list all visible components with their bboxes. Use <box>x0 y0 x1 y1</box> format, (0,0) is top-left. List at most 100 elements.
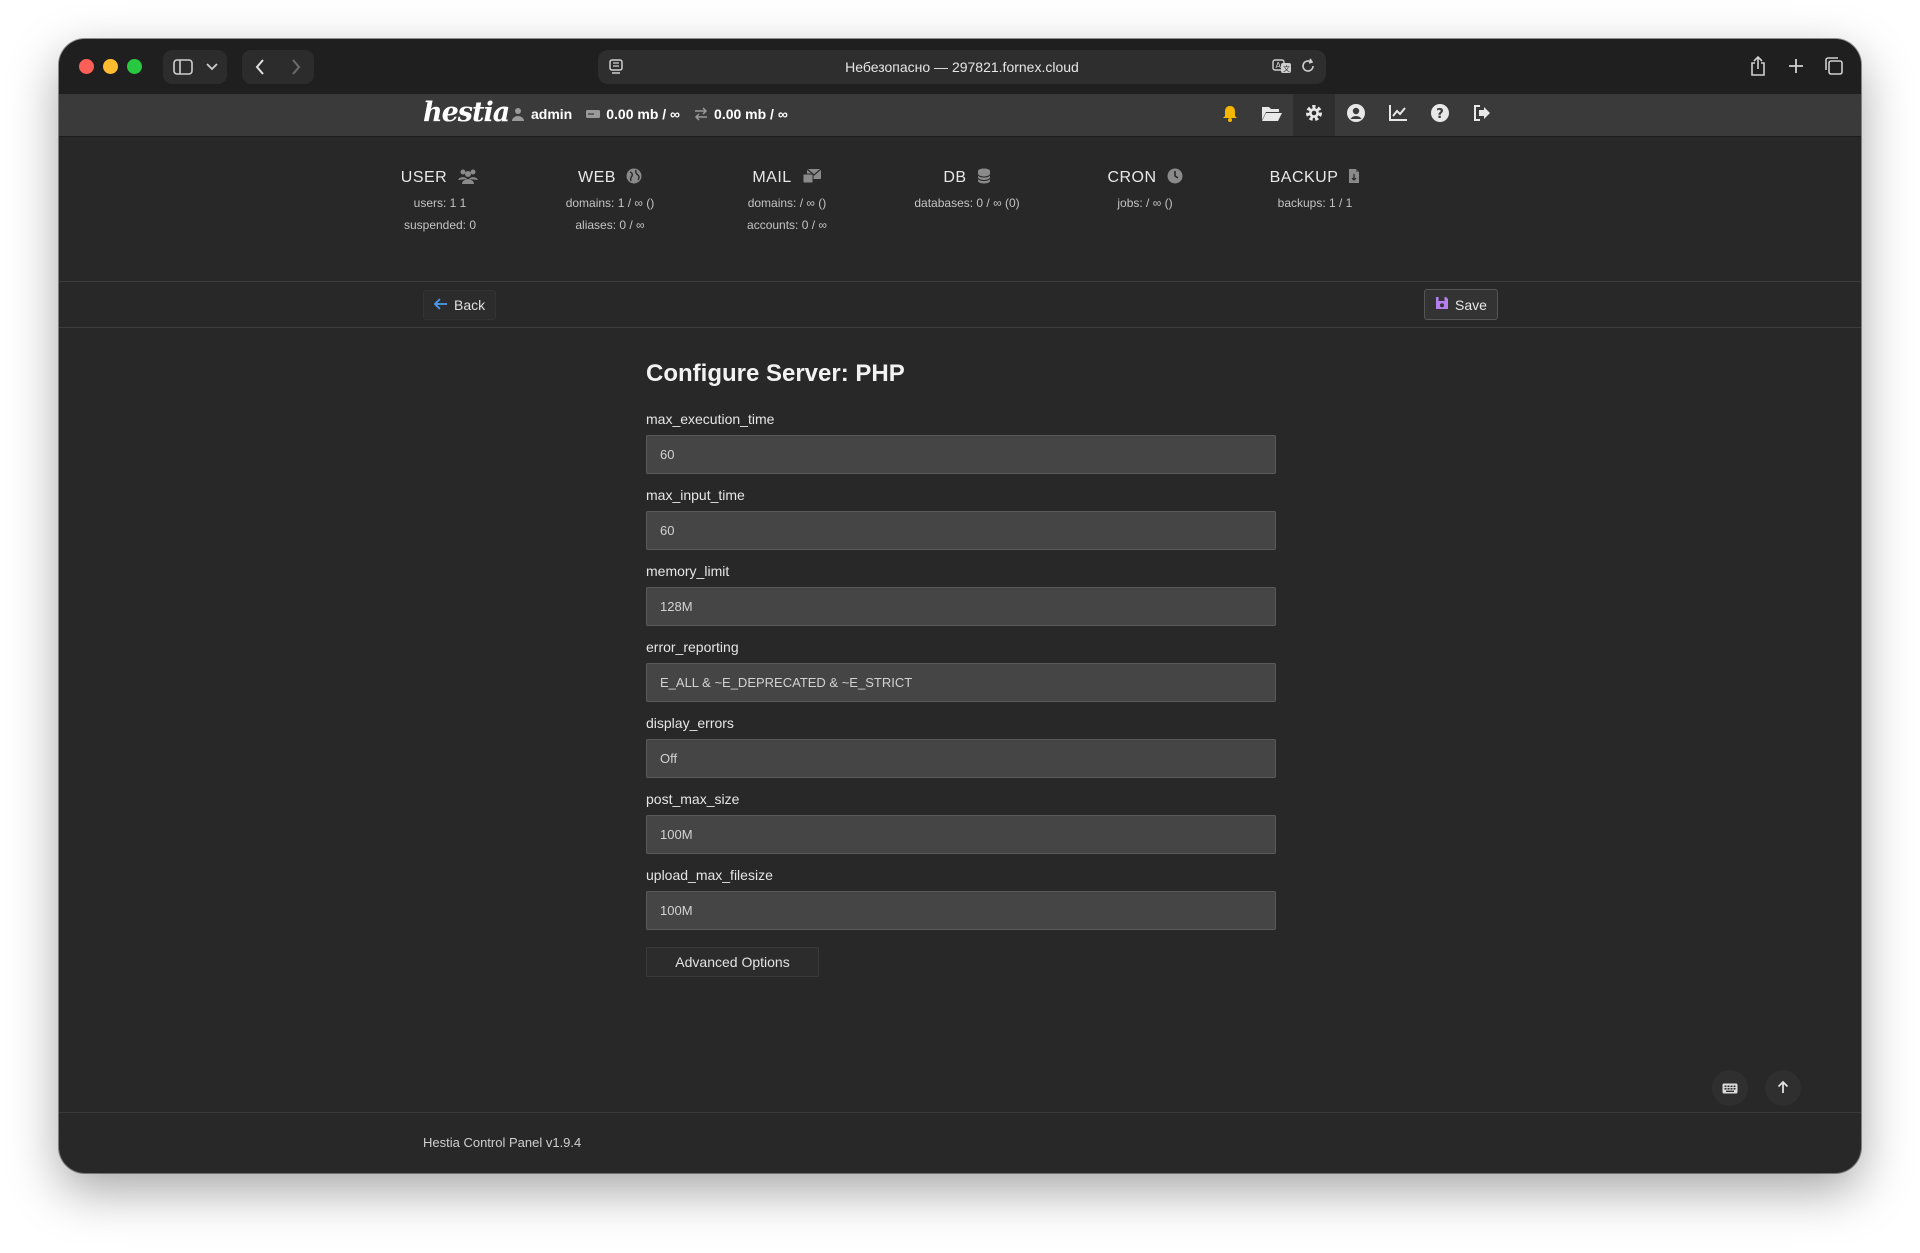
stat-cron[interactable]: CRON jobs: / ∞ () <box>1065 167 1225 211</box>
address-text: Небезопасно — 297821.fornex.cloud <box>845 59 1079 75</box>
address-bar[interactable]: Небезопасно — 297821.fornex.cloud A文 <box>598 50 1326 84</box>
stat-line: accounts: 0 / ∞ <box>747 218 827 232</box>
scroll-to-top-button[interactable] <box>1765 1070 1801 1106</box>
floppy-disk-icon <box>1435 296 1449 313</box>
svg-text:A: A <box>1276 61 1282 70</box>
page-title: Configure Server: PHP <box>646 360 905 387</box>
stat-user[interactable]: USER users: 1 1 suspended: 0 <box>360 167 520 233</box>
help-button[interactable]: ? <box>1419 94 1461 136</box>
back-button-label: Back <box>454 297 486 313</box>
memory-limit-input[interactable] <box>646 587 1276 626</box>
share-icon[interactable] <box>1747 53 1769 79</box>
max-input-time-input[interactable] <box>646 511 1276 550</box>
page-toolbar: Back Save <box>59 282 1861 328</box>
max-execution-time-input[interactable] <box>646 435 1276 474</box>
statistics-button[interactable] <box>1377 94 1419 136</box>
database-icon <box>977 168 991 189</box>
zoom-window-button[interactable] <box>127 59 142 74</box>
close-window-button[interactable] <box>79 59 94 74</box>
user-summary: admin 0.00 mb / ∞ 0.00 mb / ∞ <box>509 106 800 122</box>
stat-line: suspended: 0 <box>403 218 477 232</box>
field-label: max_execution_time <box>646 411 775 427</box>
keyboard-shortcuts-button[interactable] <box>1712 1070 1748 1106</box>
display-errors-input[interactable] <box>646 739 1276 778</box>
browser-actions <box>1747 53 1845 79</box>
globe-icon <box>626 168 642 189</box>
forward-arrow-icon[interactable] <box>285 54 307 80</box>
mail-icon <box>802 168 822 189</box>
panel-topbar: hestia admin 0.00 mb / ∞ 0.00 mb / ∞ ? <box>59 94 1861 137</box>
svg-text:?: ? <box>1436 107 1444 122</box>
stats-overview: USER users: 1 1 suspended: 0 WEB domains… <box>59 137 1861 282</box>
stat-line: backups: 1 / 1 <box>1277 196 1353 210</box>
page-menu-icon[interactable] <box>608 58 624 79</box>
help-icon: ? <box>1430 103 1450 127</box>
history-navigation <box>242 50 314 84</box>
advanced-options-button[interactable]: Advanced Options <box>646 947 819 977</box>
browser-window: Небезопасно — 297821.fornex.cloud A文 hes… <box>59 39 1861 1173</box>
save-button[interactable]: Save <box>1424 289 1498 320</box>
back-arrow-icon[interactable] <box>249 54 271 80</box>
stat-db[interactable]: DB databases: 0 / ∞ (0) <box>887 167 1047 211</box>
upload-max-filesize-input[interactable] <box>646 891 1276 930</box>
field-label: memory_limit <box>646 563 730 579</box>
field-max-execution-time: max_execution_time <box>646 408 1276 484</box>
new-tab-icon[interactable] <box>1785 53 1807 79</box>
user-profile-button[interactable] <box>1335 94 1377 136</box>
user-icon <box>509 106 527 122</box>
bell-icon <box>1221 104 1239 126</box>
stat-title: USER <box>400 169 448 186</box>
stat-line: users: 1 1 <box>413 196 467 210</box>
field-label: post_max_size <box>646 791 740 807</box>
file-manager-button[interactable] <box>1251 94 1293 136</box>
panel-menu: ? <box>1209 94 1503 136</box>
stat-title: BACKUP <box>1269 169 1339 186</box>
bandwidth-usage: 0.00 mb / ∞ <box>714 106 788 122</box>
svg-text:文: 文 <box>1283 64 1290 73</box>
stat-line: databases: 0 / ∞ (0) <box>914 196 1020 210</box>
stat-line: domains: 1 / ∞ () <box>565 196 655 210</box>
transfer-arrows-icon <box>692 106 710 122</box>
field-label: error_reporting <box>646 639 739 655</box>
tab-overview-icon[interactable] <box>1823 53 1845 79</box>
translate-icon[interactable]: A文 <box>1272 58 1292 77</box>
stat-mail[interactable]: MAIL domains: / ∞ () accounts: 0 / ∞ <box>707 167 867 233</box>
back-button[interactable]: Back <box>423 290 497 320</box>
gear-icon <box>1304 103 1324 127</box>
notifications-button[interactable] <box>1209 94 1251 136</box>
logout-button[interactable] <box>1461 94 1503 136</box>
reload-icon[interactable] <box>1300 58 1316 77</box>
footer-version: Hestia Control Panel v1.9.4 <box>423 1135 582 1150</box>
error-reporting-input[interactable] <box>646 663 1276 702</box>
php-config-form: Configure Server: PHP max_execution_time… <box>646 359 1276 977</box>
stat-title: MAIL <box>752 169 792 186</box>
field-error-reporting: error_reporting <box>646 636 1276 712</box>
sidebar-icon <box>172 54 194 80</box>
sidebar-toggle-button[interactable] <box>163 50 227 84</box>
server-settings-button[interactable] <box>1293 94 1335 136</box>
minimize-window-button[interactable] <box>103 59 118 74</box>
stat-title: CRON <box>1107 169 1157 186</box>
stat-title: WEB <box>578 169 616 186</box>
chevron-down-icon <box>206 54 218 80</box>
browser-toolbar: Небезопасно — 297821.fornex.cloud A文 <box>59 39 1861 94</box>
field-label: max_input_time <box>646 487 745 503</box>
hard-drive-icon <box>584 106 602 122</box>
field-label: upload_max_filesize <box>646 867 773 883</box>
arrow-up-icon <box>1777 1079 1789 1098</box>
stat-web[interactable]: WEB domains: 1 / ∞ () aliases: 0 / ∞ <box>530 167 690 233</box>
user-circle-icon <box>1346 103 1366 127</box>
field-upload-max-filesize: upload_max_filesize <box>646 864 1276 940</box>
field-display-errors: display_errors <box>646 712 1276 788</box>
username: admin <box>531 106 573 122</box>
keyboard-icon <box>1722 1079 1738 1098</box>
logout-icon <box>1472 104 1492 126</box>
users-icon <box>457 168 479 189</box>
stat-line: domains: / ∞ () <box>747 196 827 210</box>
field-max-input-time: max_input_time <box>646 484 1276 560</box>
post-max-size-input[interactable] <box>646 815 1276 854</box>
stat-line: aliases: 0 / ∞ <box>575 218 645 232</box>
stat-backup[interactable]: BACKUP backups: 1 / 1 <box>1235 167 1395 211</box>
field-post-max-size: post_max_size <box>646 788 1276 864</box>
hestia-logo[interactable]: hestia <box>423 97 510 128</box>
